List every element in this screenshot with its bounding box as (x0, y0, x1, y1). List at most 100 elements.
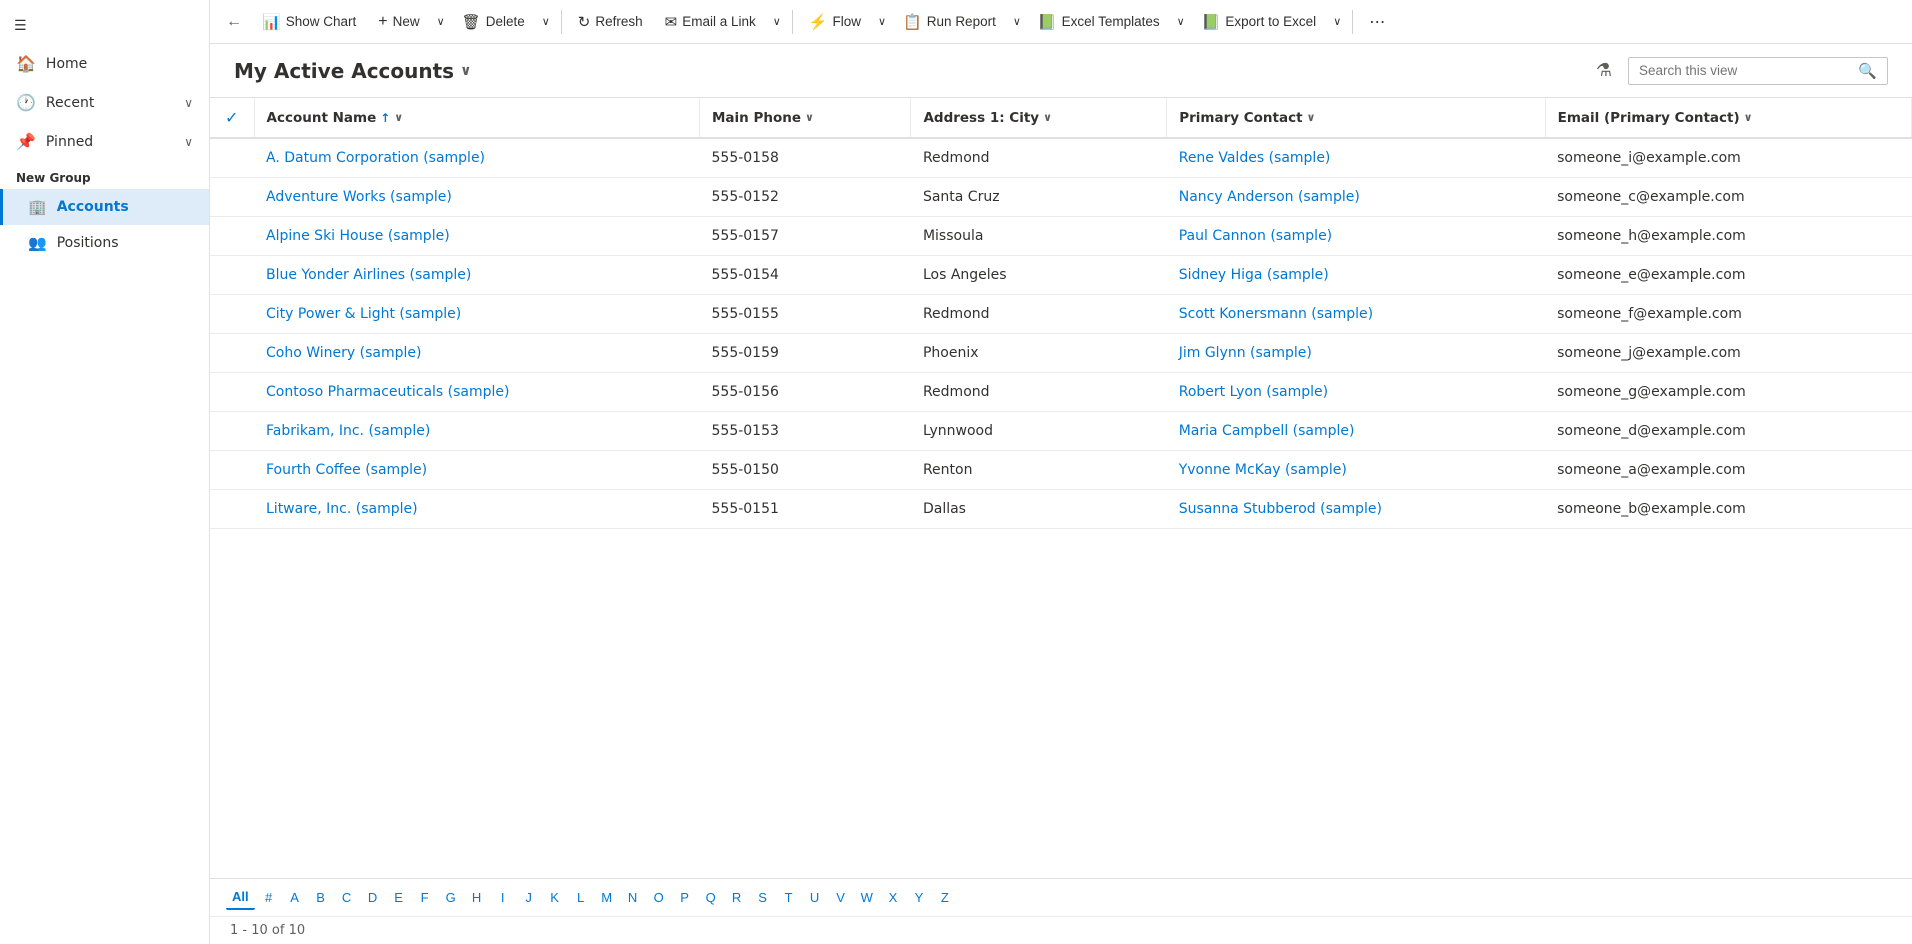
sidebar-item-accounts[interactable]: 🏢 Accounts (0, 189, 209, 225)
run-report-chevron[interactable]: ∨ (1008, 9, 1026, 34)
main-phone-chevron[interactable]: ∨ (805, 111, 814, 124)
primary-contact-cell[interactable]: Yvonne McKay (sample) (1167, 451, 1545, 490)
alpha-btn-f[interactable]: F (413, 886, 437, 909)
primary-contact-cell[interactable]: Paul Cannon (sample) (1167, 217, 1545, 256)
excel-templates-chevron[interactable]: ∨ (1172, 9, 1190, 34)
row-checkbox-cell[interactable] (210, 138, 254, 178)
primary-contact-cell[interactable]: Susanna Stubberod (sample) (1167, 490, 1545, 529)
primary-contact-column-header[interactable]: Primary Contact ∨ (1167, 98, 1545, 138)
account-name-cell[interactable]: Adventure Works (sample) (254, 178, 700, 217)
alpha-btn-s[interactable]: S (751, 886, 775, 909)
delete-button[interactable]: 🗑 Delete (452, 7, 535, 37)
alpha-btn-j[interactable]: J (517, 886, 541, 909)
account-name-cell[interactable]: Fourth Coffee (sample) (254, 451, 700, 490)
alpha-btn-z[interactable]: Z (933, 886, 957, 909)
alpha-btn-t[interactable]: T (777, 886, 801, 909)
filter-button[interactable]: ⚗ (1588, 56, 1620, 85)
excel-templates-button[interactable]: 📗 Excel Templates (1028, 7, 1170, 37)
alpha-btn-p[interactable]: P (673, 886, 697, 909)
account-name-cell[interactable]: Blue Yonder Airlines (sample) (254, 256, 700, 295)
alpha-btn-g[interactable]: G (439, 886, 463, 909)
main-phone-cell: 555-0152 (700, 178, 911, 217)
primary-contact-cell[interactable]: Maria Campbell (sample) (1167, 412, 1545, 451)
alpha-btn-o[interactable]: O (647, 886, 671, 909)
alpha-btn-i[interactable]: I (491, 886, 515, 909)
primary-contact-cell[interactable]: Sidney Higa (sample) (1167, 256, 1545, 295)
new-chevron[interactable]: ∨ (432, 9, 450, 34)
alpha-btn-e[interactable]: E (387, 886, 411, 909)
account-name-column-header[interactable]: Account Name ↑ ∨ (254, 98, 700, 138)
primary-contact-cell[interactable]: Robert Lyon (sample) (1167, 373, 1545, 412)
alpha-btn-q[interactable]: Q (699, 886, 723, 909)
alpha-btn-l[interactable]: L (569, 886, 593, 909)
sidebar-item-pinned[interactable]: 📌 Pinned ∨ (0, 122, 209, 161)
account-name-chevron[interactable]: ∨ (394, 111, 403, 124)
primary-contact-cell[interactable]: Nancy Anderson (sample) (1167, 178, 1545, 217)
alpha-btn-r[interactable]: R (725, 886, 749, 909)
search-input[interactable] (1639, 63, 1858, 78)
alpha-btn-h[interactable]: H (465, 886, 489, 909)
hamburger-menu[interactable]: ☰ (0, 8, 209, 44)
email-chevron[interactable]: ∨ (1744, 111, 1753, 124)
account-name-cell[interactable]: Coho Winery (sample) (254, 334, 700, 373)
sidebar-item-home[interactable]: 🏠 Home (0, 44, 209, 83)
alpha-btn-k[interactable]: K (543, 886, 567, 909)
row-checkbox-cell[interactable] (210, 256, 254, 295)
back-button[interactable]: ← (218, 7, 250, 37)
alpha-btn-v[interactable]: V (829, 886, 853, 909)
view-title-chevron[interactable]: ∨ (460, 63, 471, 79)
refresh-button[interactable]: ↻ Refresh (568, 7, 653, 37)
city-column-header[interactable]: Address 1: City ∨ (911, 98, 1167, 138)
report-icon: 📋 (903, 13, 922, 31)
account-name-cell[interactable]: Fabrikam, Inc. (sample) (254, 412, 700, 451)
export-excel-chevron[interactable]: ∨ (1328, 9, 1346, 34)
email-link-button[interactable]: ✉ Email a Link (655, 7, 766, 37)
account-name-cell[interactable]: Alpine Ski House (sample) (254, 217, 700, 256)
select-all-checkbox[interactable]: ✓ (225, 108, 238, 127)
row-checkbox-cell[interactable] (210, 295, 254, 334)
row-checkbox-cell[interactable] (210, 217, 254, 256)
primary-contact-cell[interactable]: Rene Valdes (sample) (1167, 138, 1545, 178)
delete-chevron[interactable]: ∨ (537, 9, 555, 34)
more-options-button[interactable]: ⋯ (1361, 6, 1393, 38)
account-name-cell[interactable]: Litware, Inc. (sample) (254, 490, 700, 529)
row-checkbox-cell[interactable] (210, 373, 254, 412)
run-report-button[interactable]: 📋 Run Report (893, 7, 1006, 37)
row-checkbox-cell[interactable] (210, 412, 254, 451)
row-checkbox-cell[interactable] (210, 490, 254, 529)
alpha-btn-a[interactable]: A (283, 886, 307, 909)
account-name-cell[interactable]: A. Datum Corporation (sample) (254, 138, 700, 178)
row-checkbox-cell[interactable] (210, 451, 254, 490)
account-name-cell[interactable]: City Power & Light (sample) (254, 295, 700, 334)
table-row: Fabrikam, Inc. (sample) 555-0153 Lynnwoo… (210, 412, 1912, 451)
primary-contact-cell[interactable]: Jim Glynn (sample) (1167, 334, 1545, 373)
main-phone-column-header[interactable]: Main Phone ∨ (700, 98, 911, 138)
email-chevron[interactable]: ∨ (768, 9, 786, 34)
city-chevron[interactable]: ∨ (1043, 111, 1052, 124)
alpha-btn-d[interactable]: D (361, 886, 385, 909)
flow-button[interactable]: ⚡ Flow (799, 7, 871, 37)
alpha-btn-u[interactable]: U (803, 886, 827, 909)
alpha-btn-n[interactable]: N (621, 886, 645, 909)
alpha-btn-b[interactable]: B (309, 886, 333, 909)
primary-contact-cell[interactable]: Scott Konersmann (sample) (1167, 295, 1545, 334)
account-name-cell[interactable]: Contoso Pharmaceuticals (sample) (254, 373, 700, 412)
primary-contact-chevron[interactable]: ∨ (1307, 111, 1316, 124)
sidebar-item-positions[interactable]: 👥 Positions (0, 225, 209, 261)
alpha-btn-y[interactable]: Y (907, 886, 931, 909)
row-checkbox-cell[interactable] (210, 178, 254, 217)
show-chart-button[interactable]: 📊 Show Chart (252, 7, 366, 37)
alpha-btn-all[interactable]: All (226, 885, 255, 910)
email-column-header[interactable]: Email (Primary Contact) ∨ (1545, 98, 1911, 138)
export-excel-button[interactable]: 📗 Export to Excel (1192, 7, 1326, 37)
flow-chevron[interactable]: ∨ (873, 9, 891, 34)
alpha-btn-m[interactable]: M (595, 886, 619, 909)
sidebar-item-recent[interactable]: 🕐 Recent ∨ (0, 83, 209, 122)
alpha-btn-#[interactable]: # (257, 886, 281, 909)
row-checkbox-cell[interactable] (210, 334, 254, 373)
new-button[interactable]: + New (368, 7, 429, 37)
alpha-btn-c[interactable]: C (335, 886, 359, 909)
alpha-btn-w[interactable]: W (855, 886, 879, 909)
alpha-btn-x[interactable]: X (881, 886, 905, 909)
main-phone-cell: 555-0155 (700, 295, 911, 334)
